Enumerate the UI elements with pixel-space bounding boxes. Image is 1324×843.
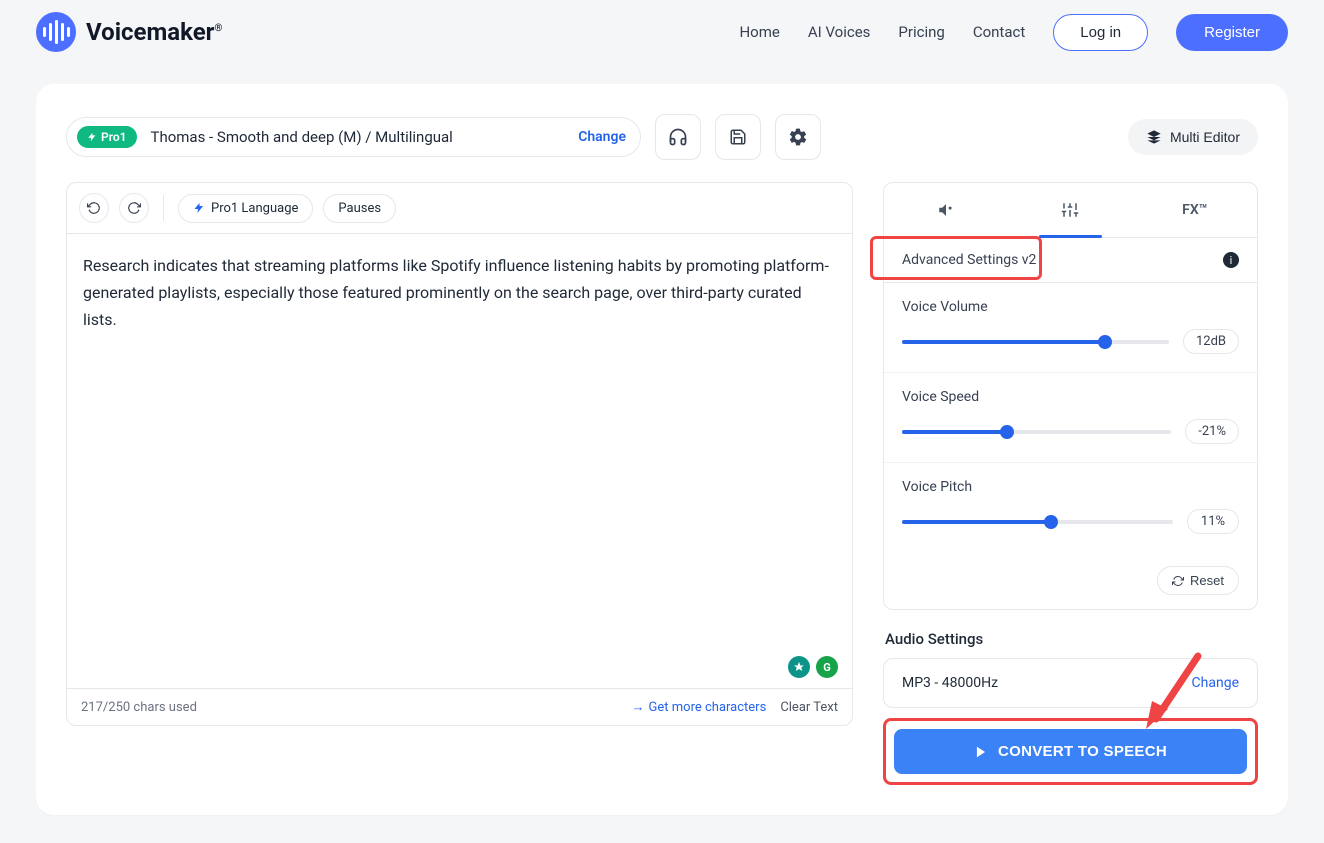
sliders-icon: [1061, 201, 1079, 219]
audio-settings-label: Audio Settings: [885, 630, 1256, 648]
editor-footer: 217/250 chars used → Get more characters…: [67, 688, 852, 725]
assistant-badge-icon[interactable]: [788, 656, 810, 678]
multi-editor-button[interactable]: Multi Editor: [1128, 119, 1258, 155]
layers-icon: [1146, 129, 1162, 145]
brand-logo-icon: [36, 12, 76, 52]
settings-button[interactable]: [775, 114, 821, 160]
login-button[interactable]: Log in: [1053, 14, 1148, 51]
nav-links: Home AI Voices Pricing Contact Log in Re…: [739, 14, 1288, 51]
tab-voice-effects[interactable]: [884, 183, 1008, 237]
editor-box: Pro1 Language Pauses G: [66, 182, 853, 726]
top-row: Pro1 Thomas - Smooth and deep (M) / Mult…: [66, 114, 1258, 160]
voice-pitch-label: Voice Pitch: [902, 479, 1239, 495]
voice-pitch-block: Voice Pitch 11%: [884, 463, 1257, 552]
play-icon: [974, 745, 988, 759]
speaker-icon: [937, 201, 955, 219]
editor-body: G: [67, 234, 852, 688]
nav-ai-voices[interactable]: AI Voices: [808, 23, 871, 41]
info-icon[interactable]: i: [1223, 252, 1239, 268]
pro-badge: Pro1: [77, 126, 137, 148]
voice-volume-label: Voice Volume: [902, 299, 1239, 315]
top-nav: Voicemaker® Home AI Voices Pricing Conta…: [0, 0, 1324, 64]
char-counter: 217/250 chars used: [81, 700, 197, 715]
brand[interactable]: Voicemaker®: [36, 12, 222, 52]
voice-volume-block: Voice Volume 12dB: [884, 283, 1257, 373]
save-button[interactable]: [715, 114, 761, 160]
redo-button[interactable]: [119, 193, 149, 223]
save-icon: [729, 128, 747, 146]
pro1-language-chip[interactable]: Pro1 Language: [178, 194, 313, 223]
annotation-highlight-convert: CONVERT TO SPEECH: [883, 718, 1258, 785]
audio-format-value: MP3 - 48000Hz: [902, 675, 998, 691]
headphones-icon: [668, 127, 688, 147]
refresh-icon: [1172, 575, 1184, 587]
main-card: Pro1 Thomas - Smooth and deep (M) / Mult…: [36, 84, 1288, 815]
editor-toolbar: Pro1 Language Pauses: [67, 183, 852, 234]
voice-speed-slider[interactable]: [902, 430, 1171, 434]
nav-pricing[interactable]: Pricing: [898, 23, 944, 41]
audio-format-selector[interactable]: MP3 - 48000Hz Change: [883, 658, 1258, 708]
voice-speed-value: -21%: [1185, 419, 1239, 444]
tab-fx[interactable]: FX™: [1133, 183, 1257, 237]
undo-icon: [87, 201, 101, 215]
convert-to-speech-button[interactable]: CONVERT TO SPEECH: [894, 729, 1247, 774]
arrow-right-icon: →: [632, 699, 645, 715]
advanced-settings-label: Advanced Settings v2: [902, 252, 1036, 268]
clear-text-link[interactable]: Clear Text: [780, 700, 838, 715]
advanced-settings-row: Advanced Settings v2 i: [884, 238, 1257, 283]
register-button[interactable]: Register: [1176, 14, 1288, 51]
voice-volume-slider[interactable]: [902, 340, 1169, 344]
undo-button[interactable]: [79, 193, 109, 223]
redo-icon: [127, 201, 141, 215]
settings-column: FX™ Advanced Settings v2 i Voice Volume: [883, 182, 1258, 785]
pauses-chip[interactable]: Pauses: [323, 194, 396, 223]
settings-tabs: FX™: [884, 183, 1257, 238]
reset-button[interactable]: Reset: [1157, 566, 1239, 595]
voice-change-link[interactable]: Change: [578, 129, 626, 145]
bolt-icon: [193, 202, 205, 214]
voice-speed-block: Voice Speed -21%: [884, 373, 1257, 463]
voice-speed-label: Voice Speed: [902, 389, 1239, 405]
brand-name: Voicemaker®: [86, 18, 222, 46]
voice-volume-value: 12dB: [1183, 329, 1239, 354]
text-input[interactable]: [83, 252, 836, 672]
settings-panel: FX™ Advanced Settings v2 i Voice Volume: [883, 182, 1258, 610]
headphones-button[interactable]: [655, 114, 701, 160]
toolbar-divider: [163, 195, 164, 221]
voice-name: Thomas - Smooth and deep (M) / Multiling…: [151, 128, 565, 146]
voice-pitch-slider[interactable]: [902, 520, 1173, 524]
nav-home[interactable]: Home: [739, 23, 779, 41]
voice-pitch-value: 11%: [1187, 509, 1239, 534]
grammarly-badge-icon[interactable]: G: [816, 656, 838, 678]
voice-selector[interactable]: Pro1 Thomas - Smooth and deep (M) / Mult…: [66, 117, 641, 157]
audio-change-link[interactable]: Change: [1192, 675, 1239, 691]
editor-column: Pro1 Language Pauses G: [66, 182, 853, 726]
get-more-characters-link[interactable]: → Get more characters: [632, 699, 767, 715]
nav-contact[interactable]: Contact: [973, 23, 1025, 41]
gear-icon: [788, 127, 808, 147]
tab-advanced[interactable]: [1008, 183, 1132, 237]
